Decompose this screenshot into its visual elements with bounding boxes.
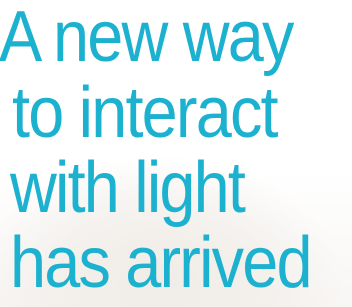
- headline: A new way to interact with light has arr…: [0, 0, 352, 300]
- hero-banner: A new way to interact with light has arr…: [0, 0, 352, 307]
- headline-line-4: has arrived: [10, 223, 313, 303]
- headline-line-1: A new way: [0, 0, 294, 77]
- headline-line-2: to interact: [12, 73, 279, 153]
- headline-line-3: with light: [10, 148, 246, 228]
